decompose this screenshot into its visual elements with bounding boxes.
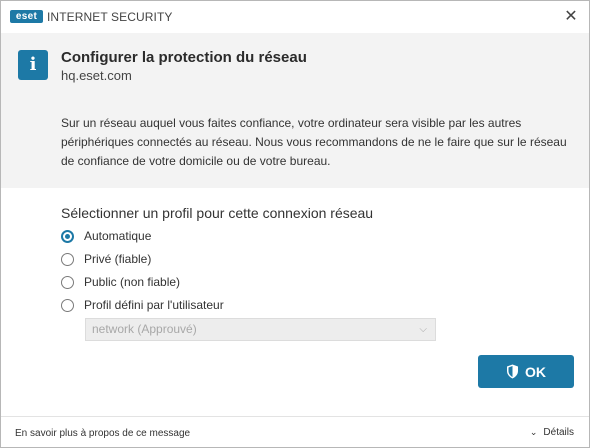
radio-public[interactable]: Public (non fiable) (61, 272, 180, 292)
dialog-description: Sur un réseau auquel vous faites confian… (61, 116, 567, 168)
learn-more-link[interactable]: En savoir plus à propos de ce message (15, 428, 190, 439)
radio-button-icon[interactable] (61, 252, 74, 266)
close-icon: ✕ (564, 8, 578, 25)
dialog-footer: En savoir plus à propos de ce message ⌄ … (1, 416, 589, 447)
dialog-title: Configurer la protection du réseau (61, 49, 307, 66)
radio-button-icon[interactable] (61, 229, 74, 243)
ok-button-label: OK (525, 363, 546, 380)
radio-label: Profil défini par l'utilisateur (84, 298, 224, 312)
close-button[interactable]: ✕ (561, 7, 581, 27)
eset-logo: eset (10, 10, 43, 23)
profile-prompt: Sélectionner un profil pour cette connex… (61, 205, 374, 221)
dialog-window: eset INTERNET SECURITY ✕ i Configurer la… (0, 0, 590, 448)
network-name: hq.eset.com (61, 68, 132, 83)
info-icon: i (18, 50, 48, 80)
radio-user-defined[interactable]: Profil défini par l'utilisateur (61, 295, 224, 315)
chevron-down-icon: ⌄ (529, 427, 538, 437)
shield-icon (507, 364, 518, 379)
select-value: network (Approuvé) (92, 322, 197, 336)
radio-label: Privé (fiable) (84, 252, 152, 266)
product-name: INTERNET SECURITY (47, 10, 173, 24)
radio-private[interactable]: Privé (fiable) (61, 249, 151, 269)
radio-button-icon[interactable] (61, 298, 74, 312)
details-label: Détails (543, 427, 574, 438)
chevron-down-icon: ⌵ (419, 324, 427, 335)
radio-label: Public (non fiable) (84, 275, 181, 289)
radio-automatic[interactable]: Automatique (61, 226, 151, 246)
radio-label: Automatique (84, 229, 152, 243)
radio-button-icon[interactable] (61, 275, 74, 289)
dialog-header: i Configurer la protection du réseau hq.… (1, 33, 589, 188)
details-toggle[interactable]: ⌄ Détails (530, 427, 574, 438)
user-profile-select[interactable]: network (Approuvé) ⌵ (85, 318, 436, 341)
ok-button[interactable]: OK (478, 355, 574, 388)
title-bar: eset INTERNET SECURITY ✕ (1, 1, 589, 33)
